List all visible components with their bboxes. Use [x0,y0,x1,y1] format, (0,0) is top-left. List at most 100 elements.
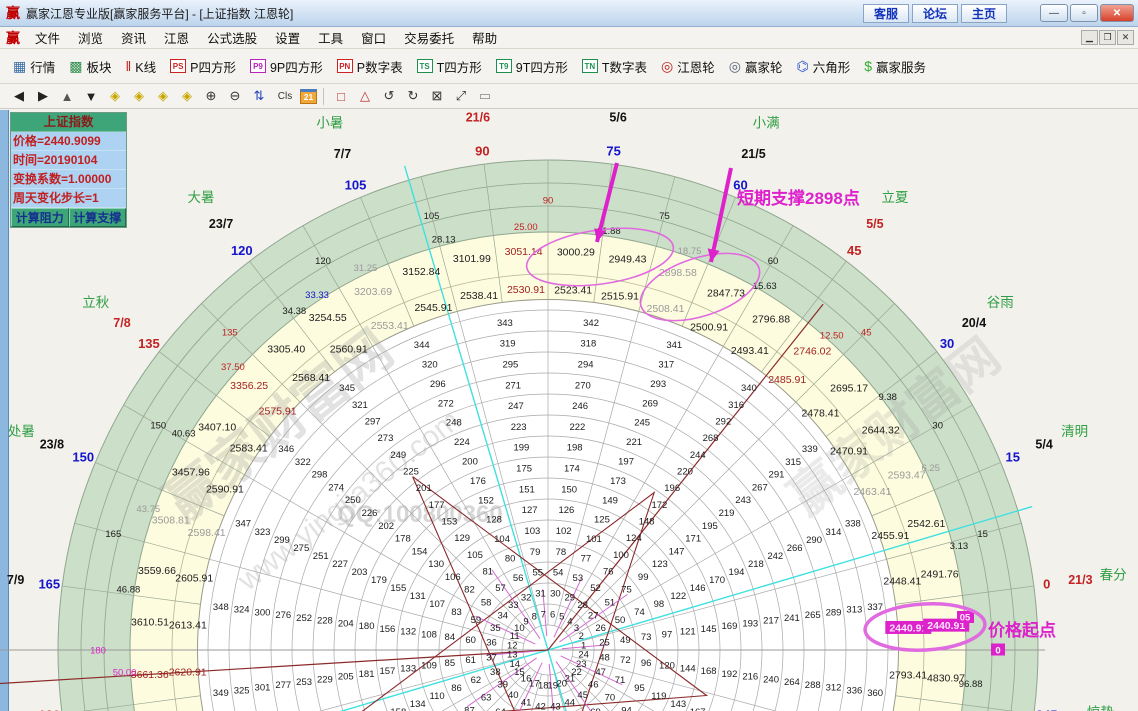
toolbar-button-江恩轮[interactable]: ◎江恩轮 [654,53,722,79]
quick-link-1[interactable]: 论坛 [912,4,958,23]
flip-axis-icon[interactable]: ⇅ [248,87,270,106]
svg-text:59: 59 [471,615,482,626]
menu-item-3[interactable]: 江恩 [155,28,198,47]
quick-link-2[interactable]: 主页 [961,4,1007,23]
menu-item-1[interactable]: 浏览 [69,28,112,47]
maximize-button[interactable]: ▫ [1070,4,1098,22]
svg-text:36: 36 [486,638,497,649]
child-restore-button[interactable]: ❐ [1099,30,1116,45]
menu-item-8[interactable]: 交易委托 [395,28,463,47]
zoom-out-icon[interactable]: ⊖ [224,87,246,106]
zoom-in-icon[interactable]: ⊕ [200,87,222,106]
svg-text:79: 79 [530,547,541,558]
svg-text:53: 53 [573,573,584,584]
svg-text:50.00: 50.00 [113,668,137,679]
chart-area: 赢家财富网www.yingjia360.com赢家财富网QQ:100800360… [0,110,1138,711]
delete-box-icon[interactable]: ⊠ [426,87,448,106]
next-icon[interactable]: ▶ [32,87,54,106]
calc-resistance-button[interactable]: 计算阻力 [11,208,69,227]
toolbar-button-P数字表[interactable]: PNP数字表 [330,53,410,79]
svg-text:134: 134 [410,699,426,710]
pan-right-icon[interactable]: ◈ [128,87,150,106]
toolbar-button-P四方形[interactable]: PSP四方形 [163,53,243,79]
svg-text:119: 119 [651,691,666,702]
svg-text:82: 82 [464,585,475,596]
pan-left-icon[interactable]: ◈ [104,87,126,106]
instrument-name: 上证指数 [11,113,126,132]
svg-text:2620.91: 2620.91 [169,667,207,679]
svg-text:94: 94 [621,705,632,711]
svg-text:2485.91: 2485.91 [768,374,806,386]
gann-wheel-svg[interactable]: 赢家财富网www.yingjia360.com赢家财富网QQ:100800360… [0,110,1138,711]
triangle-tool-icon[interactable]: △ [354,87,376,106]
svg-text:146: 146 [690,583,706,594]
menu-item-6[interactable]: 工具 [309,28,352,47]
square-tool-icon[interactable]: □ [330,87,352,106]
svg-text:3051.14: 3051.14 [505,246,543,258]
menu-item-7[interactable]: 窗口 [352,28,395,47]
svg-text:74: 74 [634,607,645,618]
svg-text:50: 50 [615,615,626,626]
svg-text:2605.91: 2605.91 [175,573,213,585]
svg-text:150: 150 [150,421,166,432]
prev-icon[interactable]: ◀ [8,87,30,106]
board-icon[interactable]: ▭ [474,87,496,106]
menu-item-4[interactable]: 公式选股 [198,28,266,47]
svg-text:58: 58 [481,598,492,609]
toolbar-button-K线[interactable]: ‖K线 [119,53,164,79]
close-button[interactable]: ✕ [1100,4,1134,22]
svg-text:28.13: 28.13 [432,235,456,246]
toolbar-button-9T四方形[interactable]: T99T四方形 [489,53,575,79]
menu-item-0[interactable]: 文件 [26,28,69,47]
svg-text:0: 0 [1043,576,1050,591]
child-close-button[interactable]: ✕ [1117,30,1134,45]
svg-text:5: 5 [559,612,564,623]
pointer-up-icon[interactable]: ▲ [56,87,78,106]
svg-text:296: 296 [430,379,446,390]
svg-text:2515.91: 2515.91 [601,291,639,303]
svg-text:321: 321 [352,400,368,411]
svg-text:2500.91: 2500.91 [690,321,728,333]
svg-text:229: 229 [317,674,333,685]
menu-items: 文件浏览资讯江恩公式选股设置工具窗口交易委托帮助 [26,28,506,47]
toolbar-button-行情[interactable]: ▦行情 [6,53,62,79]
toolbar-button-板块[interactable]: ▩板块 [62,53,118,79]
svg-text:343: 343 [497,318,513,329]
clear-icon[interactable]: Cls [272,87,298,106]
svg-text:250: 250 [345,495,361,506]
svg-text:2644.32: 2644.32 [862,424,900,436]
menu-item-5[interactable]: 设置 [266,28,309,47]
toolbar-button-六角形[interactable]: ⌬六角形 [789,53,857,79]
pan-up-icon[interactable]: ◈ [152,87,174,106]
svg-text:70: 70 [605,692,616,703]
svg-text:2568.41: 2568.41 [292,372,330,384]
toolbar-separator [323,88,324,105]
svg-text:202: 202 [378,521,394,532]
toolbar-button-T四方形[interactable]: TST四方形 [410,53,489,79]
svg-text:5/4: 5/4 [1035,437,1052,451]
svg-text:246: 246 [572,401,588,412]
child-minimize-button[interactable]: ▁ [1081,30,1098,45]
fit-icon[interactable]: ⤢ [450,87,472,106]
svg-text:127: 127 [522,505,538,516]
9t-square-icon: T9 [496,59,512,73]
calc-support-button[interactable]: 计算支撑 [69,208,127,227]
quotes-table-icon: ▦ [13,59,26,73]
minimize-button[interactable]: — [1040,4,1068,22]
pan-down-icon[interactable]: ◈ [176,87,198,106]
rotate-cw-icon[interactable]: ↻ [402,87,424,106]
toolbar-button-赢家轮[interactable]: ◎赢家轮 [722,53,790,79]
quick-link-0[interactable]: 客服 [863,4,909,23]
menu-item-9[interactable]: 帮助 [463,28,506,47]
toolbar-button-9P四方形[interactable]: P99P四方形 [243,53,330,79]
info-row-1: 时间=20190104 [11,151,126,170]
svg-text:276: 276 [275,610,291,621]
svg-text:218: 218 [748,559,764,570]
rotate-ccw-icon[interactable]: ↺ [378,87,400,106]
menu-item-2[interactable]: 资讯 [112,28,155,47]
toolbar-button-T数字表[interactable]: TNT数字表 [575,53,654,79]
calendar-icon[interactable]: 21 [300,89,317,104]
pointer-down-icon[interactable]: ▼ [80,87,102,106]
svg-text:301: 301 [255,683,271,694]
toolbar-button-赢家服务[interactable]: $赢家服务 [857,53,933,79]
